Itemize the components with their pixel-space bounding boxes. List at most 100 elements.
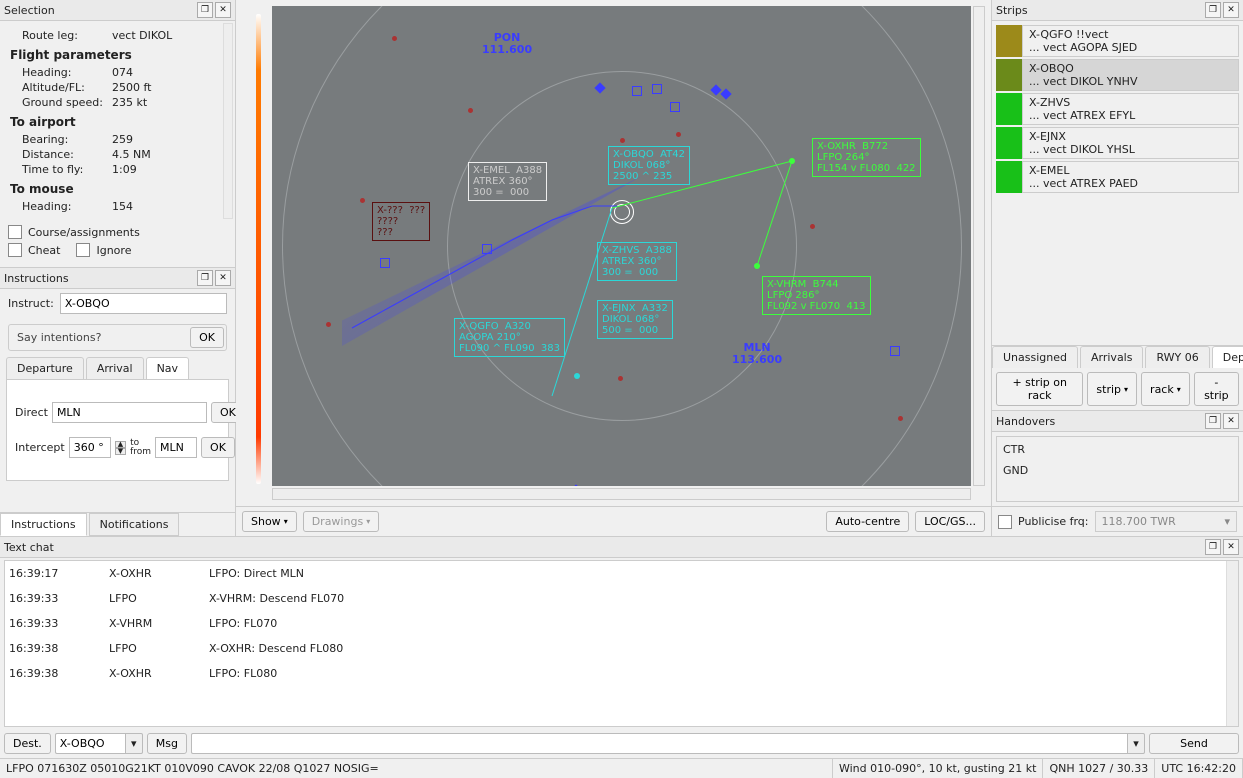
fp-emel[interactable]: X-EMEL A388 ATREX 360° 300 = 000 [468,162,547,201]
loc-gs-button[interactable]: LOC/GS... [915,511,985,532]
dist-label: Distance: [22,148,112,161]
status-bar: LFPO 071630Z 05010G21KT 010V090 CAVOK 22… [0,758,1243,778]
chevron-down-icon[interactable]: ▾ [1127,733,1145,754]
strip-item[interactable]: X-QGFO !!vect... vect AGOPA SJED [996,25,1239,57]
add-strip-button[interactable]: + strip on rack [996,372,1083,406]
restore-icon[interactable]: ❐ [197,270,213,286]
fp-obqo[interactable]: X-OBQO AT42 DIKOL 068° 2500 ^ 235 [608,146,690,185]
tab-unassigned[interactable]: Unassigned [992,346,1078,368]
msg-combo[interactable]: ▾ [191,733,1145,754]
intercept-ok-button[interactable]: OK [201,437,235,458]
tab-arrivals[interactable]: Arrivals [1080,346,1143,368]
strip-item[interactable]: X-EMEL... vect ATREX PAED [996,161,1239,193]
course-checkbox[interactable] [8,225,22,239]
close-icon[interactable]: ✕ [215,270,231,286]
chat-scrollbar[interactable] [1226,561,1238,726]
ttf-label: Time to fly: [22,163,112,176]
handover-item[interactable]: CTR [1001,439,1234,460]
rack-menu[interactable]: rack▾ [1141,372,1190,406]
ignore-label: Ignore [96,244,131,257]
tab-arrival[interactable]: Arrival [86,357,144,379]
strip-item[interactable]: X-EJNX... vect DIKOL YHSL [996,127,1239,159]
intercept-fix-input[interactable] [155,437,197,458]
show-menu[interactable]: Show▾ [242,511,297,532]
restore-icon[interactable]: ❐ [1205,413,1221,429]
radar-hscroll[interactable] [272,488,971,500]
fp-oxhr[interactable]: X-OXHR B772 LFPO 264° FL154 v FL080 422 [812,138,921,177]
msg-button[interactable]: Msg [147,733,187,754]
fp-red[interactable]: X-??? ??? ???? ??? [372,202,430,241]
close-icon[interactable]: ✕ [215,2,231,18]
close-icon[interactable]: ✕ [1223,539,1239,555]
close-icon[interactable]: ✕ [1223,413,1239,429]
gs-label: Ground speed: [22,96,112,109]
flight-params-title: Flight parameters [10,48,225,62]
handovers-title: Handovers [996,415,1203,428]
routeleg-label: Route leg: [22,29,112,42]
deg-spinner[interactable]: ▲▼ [115,441,126,455]
to-airport-title: To airport [10,115,225,129]
strips-title: Strips [996,4,1203,17]
fp-vhrm[interactable]: X-VHRM B744 LFPO 286° FL092 v FL070 413 [762,276,871,315]
chat-row: 16:39:38X-OXHRLFPO: FL080 [5,661,1238,686]
brg-value: 259 [112,133,225,146]
hdg-value: 074 [112,66,225,79]
metar-text: LFPO 071630Z 05010G21KT 010V090 CAVOK 22… [0,759,833,778]
drawings-menu[interactable]: Drawings▾ [303,511,380,532]
tab-instructions[interactable]: Instructions [0,513,87,536]
dest-button[interactable]: Dest. [4,733,51,754]
ignore-checkbox[interactable] [76,243,90,257]
chat-row: 16:39:17X-OXHRLFPO: Direct MLN [5,561,1238,586]
tab-departures[interactable]: Departures [1212,346,1243,368]
chat-row: 16:39:38LFPOX-OXHR: Descend FL080 [5,636,1238,661]
dest-input[interactable] [55,733,125,754]
msg-input[interactable] [191,733,1127,754]
say-ok-button[interactable]: OK [190,327,224,348]
selection-scrollbar[interactable] [223,23,233,219]
tab-rwy06[interactable]: RWY 06 [1145,346,1209,368]
fp-zhvs[interactable]: X-ZHVS A388 ATREX 360° 300 = 000 [597,242,677,281]
publicise-label: Publicise frq: [1018,515,1089,528]
send-button[interactable]: Send [1149,733,1239,754]
instruct-label: Instruct: [8,297,54,310]
dest-combo[interactable]: ▾ [55,733,143,754]
chat-title: Text chat [4,541,1203,554]
tab-notifications[interactable]: Notifications [89,513,180,536]
handover-item[interactable]: GND [1001,460,1234,481]
routeleg-value: vect DIKOL [112,29,225,42]
intercept-deg-input[interactable] [69,437,111,458]
auto-centre-button[interactable]: Auto-centre [826,511,909,532]
restore-icon[interactable]: ❐ [1205,2,1221,18]
strip-menu[interactable]: strip▾ [1087,372,1137,406]
cheat-label: Cheat [28,244,60,257]
altitude-slider[interactable] [256,14,261,484]
chat-row: 16:39:33LFPOX-VHRM: Descend FL070 [5,586,1238,611]
direct-input[interactable] [52,402,207,423]
to-from-label: to from [130,439,151,457]
restore-icon[interactable]: ❐ [1205,539,1221,555]
radar-vscroll[interactable] [973,6,985,486]
tab-nav[interactable]: Nav [146,357,189,379]
publicise-checkbox[interactable] [998,515,1012,529]
chat-row: 16:39:33X-VHRMLFPO: FL070 [5,611,1238,636]
instruct-input[interactable] [60,293,227,314]
restore-icon[interactable]: ❐ [197,2,213,18]
tab-departure[interactable]: Departure [6,357,84,379]
remove-strip-button[interactable]: - strip [1194,372,1239,406]
wind-text: Wind 010-090°, 10 kt, gusting 21 kt [833,759,1043,778]
chevron-down-icon[interactable]: ▾ [125,733,143,754]
fp-qgfo[interactable]: X-QGFO A320 AGOPA 210° FL090 ^ FL090 383 [454,318,565,357]
radar-scope[interactable]: PON111.600 MLN113.600 [236,0,991,506]
intercept-label: Intercept [15,441,65,454]
strip-item[interactable]: X-ZHVS... vect ATREX EFYL [996,93,1239,125]
alt-value: 2500 ft [112,81,225,94]
cheat-checkbox[interactable] [8,243,22,257]
strips-list: X-QGFO !!vect... vect AGOPA SJEDX-OBQO..… [992,21,1243,345]
freq-combo[interactable]: 118.700 TWR▾ [1095,511,1238,532]
instructions-title: Instructions [4,272,195,285]
close-icon[interactable]: ✕ [1223,2,1239,18]
handover-list[interactable]: CTR GND [996,436,1239,502]
fp-ejnx[interactable]: X-EJNX A332 DIKOL 068° 500 = 000 [597,300,673,339]
chat-log[interactable]: 16:39:17X-OXHRLFPO: Direct MLN16:39:33LF… [4,560,1239,727]
strip-item[interactable]: X-OBQO... vect DIKOL YNHV [996,59,1239,91]
